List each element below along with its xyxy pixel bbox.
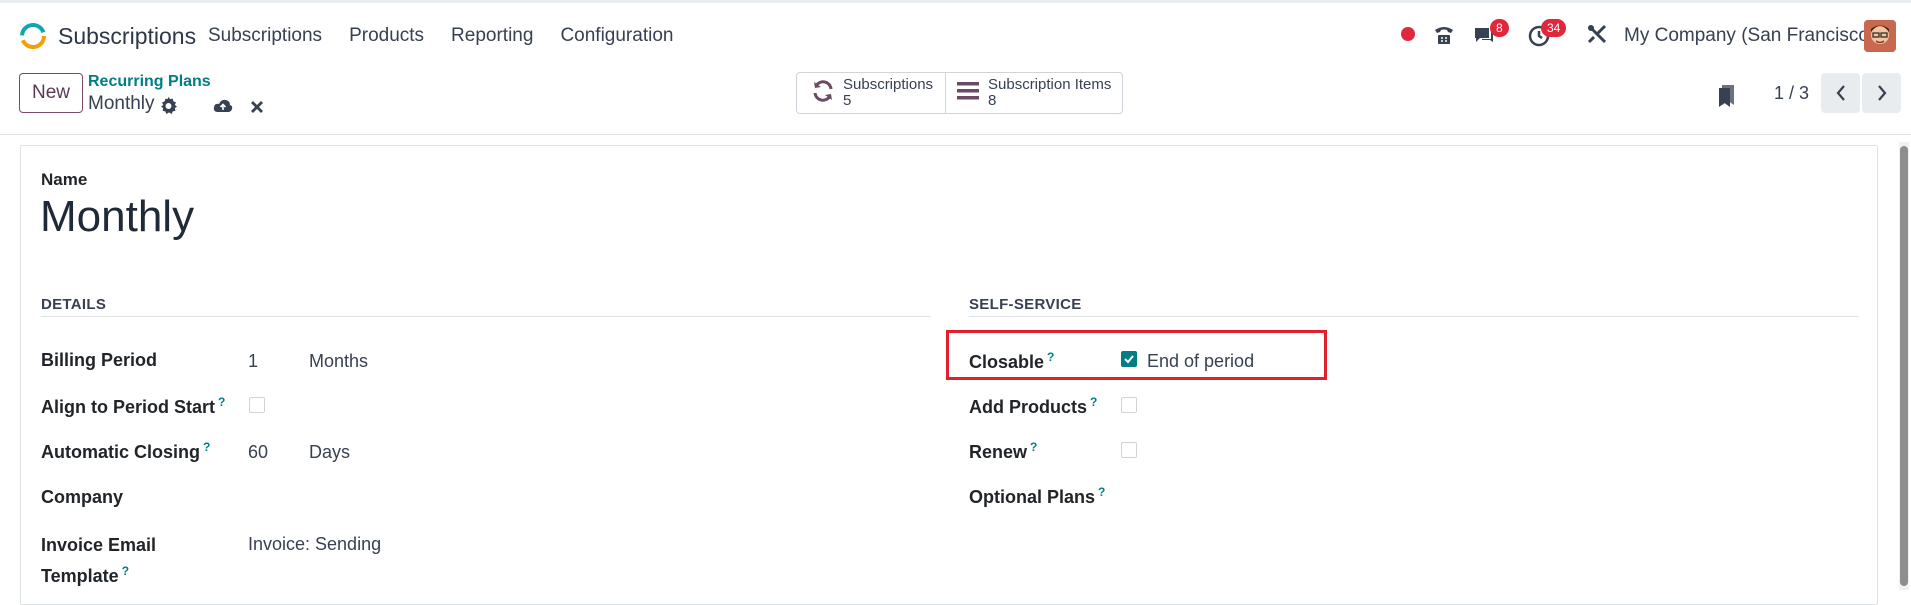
new-button[interactable]: New — [19, 73, 83, 113]
scrollbar-thumb[interactable] — [1900, 146, 1908, 586]
company-switcher[interactable]: My Company (San Francisco) — [1624, 25, 1875, 47]
renew-label: Renew? — [969, 440, 1038, 462]
renew-checkbox[interactable] — [1121, 442, 1137, 458]
checkmark-icon — [1124, 355, 1134, 364]
smart-button-subscriptions-count: 5 — [843, 92, 852, 109]
billing-period-value[interactable]: 1 — [248, 351, 258, 372]
user-avatar[interactable] — [1864, 20, 1896, 52]
top-navbar: Subscriptions Subscriptions Products Rep… — [0, 0, 1911, 67]
phone-icon[interactable] — [1432, 23, 1456, 52]
invoice-email-template-value[interactable]: Invoice: Sending — [248, 534, 381, 555]
billing-period-label: Billing Period — [41, 350, 158, 370]
smart-button-items-label: Subscription Items — [988, 76, 1112, 93]
refresh-icon — [811, 79, 835, 108]
control-panel: New Recurring Plans Monthly Subscription… — [0, 67, 1911, 135]
scrollbar[interactable] — [1899, 142, 1909, 590]
breadcrumb-current: Monthly — [88, 93, 155, 114]
billing-period-unit[interactable]: Months — [309, 351, 368, 372]
discard-close-icon[interactable] — [250, 100, 264, 119]
help-icon[interactable]: ? — [203, 440, 210, 454]
chevron-left-icon — [1836, 85, 1845, 101]
messages-badge: 8 — [1490, 19, 1509, 37]
save-cloud-icon[interactable] — [213, 98, 233, 119]
optional-plans-label: Optional Plans? — [969, 485, 1106, 507]
smart-button-subscriptions[interactable]: Subscriptions 5 — [796, 72, 946, 114]
smart-button-items-count: 8 — [988, 92, 997, 109]
closable-checkbox[interactable] — [1121, 351, 1137, 367]
menu-subscriptions[interactable]: Subscriptions — [208, 25, 322, 47]
self-service-section-title: SELF-SERVICE — [969, 296, 1082, 313]
closable-option-label[interactable]: End of period — [1147, 351, 1254, 372]
name-field[interactable]: Monthly — [40, 192, 194, 242]
automatic-closing-label: Automatic Closing? — [41, 440, 211, 462]
chevron-right-icon — [1877, 85, 1886, 101]
help-icon[interactable]: ? — [122, 564, 129, 578]
automatic-closing-unit[interactable]: Days — [309, 442, 350, 463]
menu-configuration[interactable]: Configuration — [560, 25, 673, 47]
breadcrumb-recurring-plans[interactable]: Recurring Plans — [88, 73, 211, 91]
automatic-closing-value[interactable]: 60 — [248, 442, 268, 463]
menu-products[interactable]: Products — [349, 25, 424, 47]
pager-previous-button[interactable] — [1821, 73, 1860, 113]
app-name[interactable]: Subscriptions — [58, 23, 196, 50]
help-icon[interactable]: ? — [218, 395, 225, 409]
self-service-divider — [969, 316, 1859, 317]
main-menu: Subscriptions Products Reporting Configu… — [208, 25, 700, 47]
details-section-title: DETAILS — [41, 296, 107, 313]
smart-button-subscriptions-label: Subscriptions — [843, 76, 934, 93]
help-icon[interactable]: ? — [1098, 485, 1105, 499]
gear-icon[interactable] — [160, 97, 177, 119]
add-products-label: Add Products? — [969, 395, 1098, 417]
invoice-email-template-label: Invoice Email Template? — [41, 535, 157, 586]
pager-value[interactable]: 1 / 3 — [1774, 83, 1809, 104]
name-label: Name — [41, 170, 88, 189]
closable-label: Closable? — [969, 350, 1055, 372]
app-logo-icon[interactable] — [18, 21, 48, 51]
smart-button-subscription-items[interactable]: Subscription Items 8 — [945, 72, 1123, 114]
help-icon[interactable]: ? — [1030, 440, 1037, 454]
help-icon[interactable]: ? — [1090, 395, 1097, 409]
pager-next-button[interactable] — [1862, 73, 1901, 113]
activities-badge: 34 — [1541, 19, 1567, 37]
list-bars-icon — [956, 80, 980, 107]
activities-clock-icon[interactable]: 34 — [1527, 19, 1567, 52]
recording-dot-icon[interactable] — [1400, 26, 1416, 47]
bookmark-icon[interactable] — [1717, 83, 1737, 112]
debug-tools-icon[interactable] — [1586, 23, 1608, 50]
add-products-checkbox[interactable] — [1121, 397, 1137, 413]
menu-reporting[interactable]: Reporting — [451, 25, 533, 47]
details-divider — [41, 316, 931, 317]
align-period-checkbox[interactable] — [249, 397, 265, 413]
company-label: Company — [41, 487, 124, 507]
messages-icon[interactable]: 8 — [1472, 19, 1509, 52]
help-icon[interactable]: ? — [1047, 350, 1054, 364]
align-period-label: Align to Period Start? — [41, 395, 226, 417]
